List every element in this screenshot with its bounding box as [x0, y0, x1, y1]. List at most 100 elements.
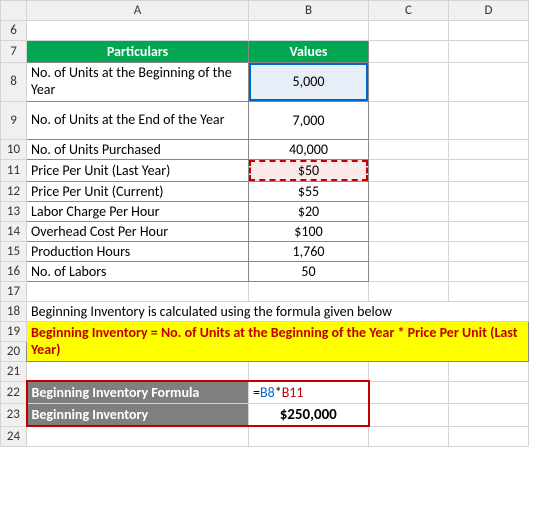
- cell-B17[interactable]: [249, 281, 369, 301]
- cell-B12[interactable]: $55: [249, 181, 369, 201]
- cell-D21[interactable]: [449, 361, 529, 381]
- row-header-11[interactable]: 11: [1, 159, 27, 181]
- result-value: $250,000: [280, 406, 337, 424]
- row-header-23[interactable]: 23: [1, 404, 27, 427]
- row-header-13[interactable]: 13: [1, 201, 27, 221]
- cell-C8[interactable]: [369, 63, 449, 102]
- cell-D12[interactable]: [449, 181, 529, 201]
- value-overhead: $100: [294, 223, 322, 240]
- cell-D23[interactable]: [449, 404, 529, 427]
- cell-C10[interactable]: [369, 139, 449, 159]
- label-price-last-year: Price Per Unit (Last Year): [27, 162, 170, 179]
- cell-C9[interactable]: [369, 101, 449, 139]
- cell-C22[interactable]: [369, 381, 449, 404]
- cell-C6[interactable]: [369, 21, 449, 41]
- row-header-17[interactable]: 17: [1, 281, 27, 301]
- cell-D15[interactable]: [449, 241, 529, 261]
- cell-B13[interactable]: $20: [249, 201, 369, 221]
- col-header-A[interactable]: A: [27, 1, 249, 21]
- cell-C17[interactable]: [369, 281, 449, 301]
- row-header-10[interactable]: 10: [1, 139, 27, 159]
- cell-B6[interactable]: [249, 21, 369, 41]
- row-header-14[interactable]: 14: [1, 221, 27, 241]
- cell-A9[interactable]: No. of Units at the End of the Year: [27, 101, 249, 139]
- cell-A12[interactable]: Price Per Unit (Current): [27, 181, 249, 201]
- row-header-15[interactable]: 15: [1, 241, 27, 261]
- row-header-18[interactable]: 18: [1, 301, 27, 321]
- cell-A17[interactable]: [27, 281, 249, 301]
- cell-A13[interactable]: Labor Charge Per Hour: [27, 201, 249, 221]
- select-all-corner[interactable]: [1, 1, 27, 21]
- label-units-purchased: No. of Units Purchased: [27, 141, 161, 158]
- cell-A21[interactable]: [27, 361, 249, 381]
- cell-B10[interactable]: 40,000: [249, 139, 369, 159]
- cell-D8[interactable]: [449, 63, 529, 102]
- cell-C7[interactable]: [369, 41, 449, 63]
- cell-D24[interactable]: [449, 426, 529, 446]
- cell-C21[interactable]: [369, 361, 449, 381]
- cell-D9[interactable]: [449, 101, 529, 139]
- cell-D17[interactable]: [449, 281, 529, 301]
- value-labor-charge: $20: [298, 203, 319, 220]
- cell-A6[interactable]: [27, 21, 249, 41]
- cell-A22[interactable]: Beginning Inventory Formula: [27, 381, 249, 404]
- row-header-12[interactable]: 12: [1, 181, 27, 201]
- cell-A14[interactable]: Overhead Cost Per Hour: [27, 221, 249, 241]
- cell-C16[interactable]: [369, 261, 449, 281]
- cell-A16[interactable]: No. of Labors: [27, 261, 249, 281]
- row-header-16[interactable]: 16: [1, 261, 27, 281]
- cell-B22[interactable]: =B8*B11: [249, 381, 369, 404]
- cell-A18[interactable]: Beginning Inventory is calculated using …: [27, 301, 529, 321]
- cell-C24[interactable]: [369, 426, 449, 446]
- cell-B15[interactable]: 1,760: [249, 241, 369, 261]
- cell-D14[interactable]: [449, 221, 529, 241]
- cell-A15[interactable]: Production Hours: [27, 241, 249, 261]
- cell-A24[interactable]: [27, 426, 249, 446]
- cell-C11[interactable]: [369, 159, 449, 181]
- row-header-21[interactable]: 21: [1, 361, 27, 381]
- col-header-C[interactable]: C: [369, 1, 449, 21]
- cell-B8[interactable]: 5,000: [249, 63, 369, 102]
- cell-B16[interactable]: 50: [249, 261, 369, 281]
- col-header-B[interactable]: B: [249, 1, 369, 21]
- label-no-labors: No. of Labors: [27, 263, 106, 280]
- row-header-7[interactable]: 7: [1, 41, 27, 63]
- cell-B7[interactable]: Values: [249, 41, 369, 63]
- cell-C23[interactable]: [369, 404, 449, 427]
- col-header-D[interactable]: D: [449, 1, 529, 21]
- spreadsheet[interactable]: A B C D 6 7 Particulars Values 8 No. of …: [0, 0, 529, 447]
- cell-A10[interactable]: No. of Units Purchased: [27, 139, 249, 159]
- cell-B21[interactable]: [249, 361, 369, 381]
- cell-D13[interactable]: [449, 201, 529, 221]
- cell-A8[interactable]: No. of Units at the Beginning of the Yea…: [27, 63, 249, 102]
- cell-B11[interactable]: $50: [249, 159, 369, 181]
- cell-B24[interactable]: [249, 426, 369, 446]
- row-header-9[interactable]: 9: [1, 101, 27, 139]
- cell-B14[interactable]: $100: [249, 221, 369, 241]
- cell-A23[interactable]: Beginning Inventory: [27, 404, 249, 427]
- cell-C12[interactable]: [369, 181, 449, 201]
- row-header-19[interactable]: 19: [1, 321, 27, 341]
- cell-B9[interactable]: 7,000: [249, 101, 369, 139]
- cell-D10[interactable]: [449, 139, 529, 159]
- cell-B23[interactable]: $250,000: [249, 404, 369, 427]
- cell-D6[interactable]: [449, 21, 529, 41]
- value-units-purchased: 40,000: [289, 141, 328, 158]
- cell-D11[interactable]: [449, 159, 529, 181]
- label-units-end: No. of Units at the End of the Year: [27, 110, 248, 131]
- cell-D22[interactable]: [449, 381, 529, 404]
- cell-A7[interactable]: Particulars: [27, 41, 249, 63]
- header-values: Values: [249, 41, 368, 62]
- cell-A19[interactable]: Beginning Inventory = No. of Units at th…: [27, 321, 529, 361]
- cell-D7[interactable]: [449, 41, 529, 63]
- row-header-6[interactable]: 6: [1, 21, 27, 41]
- cell-C14[interactable]: [369, 221, 449, 241]
- cell-A11[interactable]: Price Per Unit (Last Year): [27, 159, 249, 181]
- row-header-24[interactable]: 24: [1, 426, 27, 446]
- row-header-8[interactable]: 8: [1, 63, 27, 102]
- cell-C13[interactable]: [369, 201, 449, 221]
- row-header-22[interactable]: 22: [1, 381, 27, 404]
- cell-D16[interactable]: [449, 261, 529, 281]
- cell-C15[interactable]: [369, 241, 449, 261]
- row-header-20[interactable]: 20: [1, 341, 27, 361]
